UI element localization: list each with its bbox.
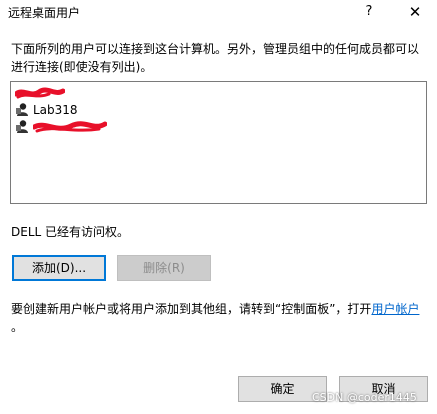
hint-text-after: 。 — [11, 320, 24, 334]
redaction-scribble — [33, 120, 107, 132]
redaction-scribble — [15, 87, 65, 98]
help-button[interactable]: ? — [350, 0, 388, 24]
hint-text: 要创建新用户帐户或将用户添加到其他组，请转到“控制面板”，打开用户帐户。 — [11, 300, 431, 336]
list-item[interactable] — [15, 118, 107, 135]
list-item[interactable] — [15, 84, 65, 101]
watermark: CSDN @coder1445 — [312, 391, 417, 404]
remove-button[interactable]: 删除(R) — [117, 255, 211, 281]
user-list[interactable]: Lab318 — [10, 81, 427, 204]
hint-text-before: 要创建新用户帐户或将用户添加到其他组，请转到“控制面板”，打开 — [11, 302, 372, 316]
add-button[interactable]: 添加(D)... — [12, 255, 106, 281]
list-item-label: Lab318 — [33, 102, 78, 117]
window-title: 远程桌面用户 — [8, 6, 81, 20]
close-button[interactable]: ✕ — [396, 0, 434, 24]
list-item[interactable]: Lab318 — [15, 101, 78, 118]
title-bar: 远程桌面用户 ? ✕ — [0, 0, 437, 24]
user-icon — [16, 103, 28, 116]
access-text: DELL 已经有访问权。 — [11, 225, 130, 239]
user-accounts-link[interactable]: 用户帐户 — [371, 302, 419, 316]
intro-text: 下面所列的用户可以连接到这台计算机。另外，管理员组中的任何成员都可以进行连接(即… — [11, 42, 420, 74]
user-icon — [16, 120, 28, 133]
